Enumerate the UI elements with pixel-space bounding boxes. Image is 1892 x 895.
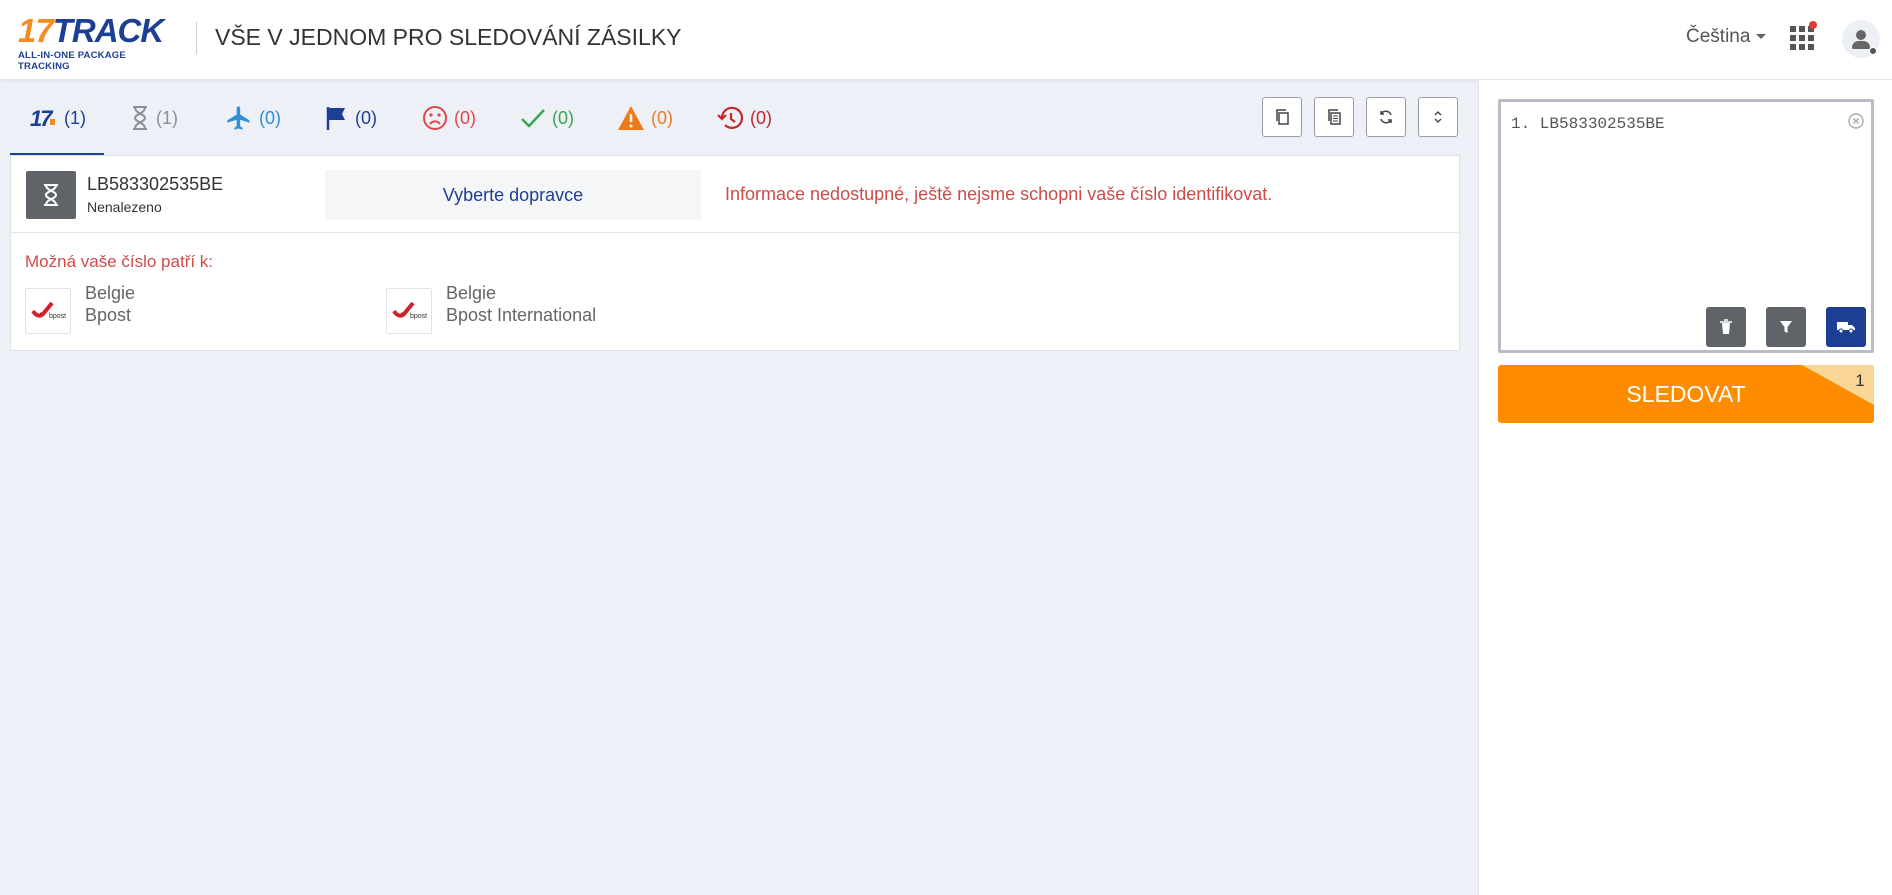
tab-count: (0) [454,108,476,128]
tab-not-found[interactable]: (1) [130,80,178,156]
tab-undelivered[interactable]: (0) [422,80,476,156]
notification-dot [1809,21,1817,29]
tracking-status: Nenalezeno [87,199,162,215]
status-dot [1869,47,1877,55]
carrier-button[interactable] [1826,307,1866,347]
user-avatar[interactable] [1842,20,1880,58]
language-label: Čeština [1686,26,1751,47]
track-button-label: SLEDOVAT [1626,381,1746,407]
shipment-row[interactable]: LB583302535BE Nenalezeno Vyberte dopravc… [11,156,1459,233]
hourglass-icon [133,106,147,130]
page-title: VŠE V JEDNOM PRO SLEDOVÁNÍ ZÁSILKY [215,24,682,50]
status-tabs: 17 (1) (1) (0) (0) (0) (0) (0) (0) [10,80,1460,156]
language-selector[interactable]: Čeština [1686,24,1767,50]
bpost-logo: bpost [386,288,432,334]
tracking-numbers-input[interactable]: 1. LB583302535BE [1498,99,1874,353]
airplane-icon [227,106,250,130]
tab-in-transit[interactable]: (0) [225,80,281,156]
info-message: Informace nedostupné, ještě nejsme schop… [725,184,1273,204]
checkmark-icon [521,109,545,128]
refresh-icon [1380,110,1392,124]
tab-count: (1) [64,108,86,128]
select-carrier-button[interactable]: Vyberte dopravce [325,170,701,220]
logo-17track[interactable]: 17TRACK ALL-IN-ONE PACKAGE TRACKING [18,12,178,73]
tab-count: (0) [651,108,673,128]
delete-button[interactable] [1706,307,1746,347]
hourglass-icon [44,184,58,206]
carrier-name: Bpost International [446,305,597,325]
sad-face-icon [423,106,447,130]
expand-collapse-icon [1434,111,1442,123]
trash-icon [1720,319,1732,334]
tab-delivered[interactable]: (0) [520,80,574,156]
copy-list-button[interactable] [1314,97,1354,137]
filter-icon [1780,321,1792,333]
header-divider [196,22,197,54]
clear-icon[interactable] [1848,113,1864,129]
shipment-card: LB583302535BE Nenalezeno Vyberte dopravc… [10,155,1460,351]
tab-count: (1) [156,108,178,128]
tracking-number[interactable]: LB583302535BE [87,173,223,195]
caret-down-icon [1756,34,1767,40]
tab-all[interactable]: 17 (1) [30,80,86,156]
tab-pick-up[interactable]: (0) [325,80,377,156]
tracking-input-panel: 1. LB583302535BE SLEDOVAT 1 [1478,80,1892,895]
warning-icon [618,106,644,130]
status-box [26,171,76,219]
svg-text:17: 17 [30,106,54,130]
copy-list-icon [1328,109,1341,125]
carrier-country: Belgie [446,283,497,303]
top-header: 17TRACK ALL-IN-ONE PACKAGE TRACKING VŠE … [0,0,1892,80]
tab-count: (0) [259,108,281,128]
carrier-country: Belgie [85,283,136,303]
track-count-badge: 1 [1855,371,1865,390]
refresh-button[interactable] [1366,97,1406,137]
history-icon [717,106,744,129]
svg-text:bpost: bpost [410,313,427,320]
tab-expired[interactable]: (0) [716,80,772,156]
logo-tagline: ALL-IN-ONE PACKAGE TRACKING [18,50,126,72]
svg-text:bpost: bpost [49,313,66,320]
possible-carriers-label: Možná vaše číslo patří k: [25,252,214,271]
copy-button[interactable] [1262,97,1302,137]
track-button[interactable]: SLEDOVAT 1 [1498,365,1874,423]
flag-icon [326,107,345,130]
tab-count: (0) [552,108,574,128]
bpost-logo: bpost [25,288,71,334]
tracking-entry: 1. LB583302535BE [1511,115,1665,133]
truck-icon [1837,322,1855,334]
filter-button[interactable] [1766,307,1806,347]
tab-count: (0) [355,108,377,128]
apps-grid-icon[interactable] [1790,21,1817,50]
17track-icon: 17 [30,106,56,130]
tab-alert[interactable]: (0) [617,80,673,156]
copy-icon [1276,109,1289,125]
carrier-name: Bpost [85,305,132,325]
expand-collapse-button[interactable] [1418,97,1458,137]
tab-count: (0) [750,108,772,128]
logo-wordmark: 17TRACK [18,12,164,49]
